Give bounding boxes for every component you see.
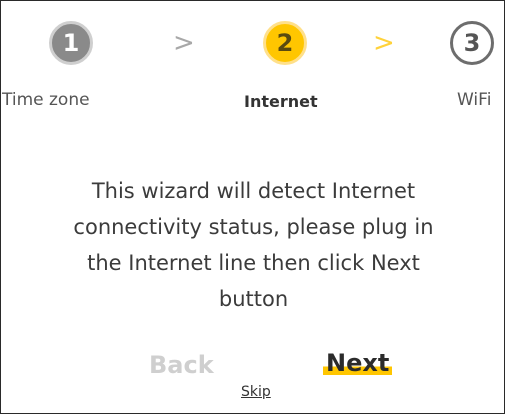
next-button[interactable]: Next (323, 349, 393, 377)
wizard-panel: 1 > 2 > 3 Time zone Internet WiFi This w… (0, 0, 505, 414)
back-button[interactable]: Back (145, 351, 218, 379)
step-1-label: Time zone (2, 90, 90, 110)
step-2-number: 2 (276, 29, 294, 57)
step-2-label: Internet (244, 92, 318, 111)
step-1-circle: 1 (49, 21, 93, 65)
skip-link[interactable]: Skip (241, 384, 271, 400)
wizard-message: This wizard will detect Internet connect… (73, 179, 434, 311)
step-2-circle: 2 (263, 21, 307, 65)
step-3-label: WiFi (457, 90, 492, 110)
step-separator-1: > (173, 28, 195, 58)
step-separator-2: > (373, 28, 395, 58)
step-3-number: 3 (463, 29, 481, 57)
step-1-number: 1 (62, 29, 80, 57)
step-3-circle: 3 (450, 21, 494, 65)
